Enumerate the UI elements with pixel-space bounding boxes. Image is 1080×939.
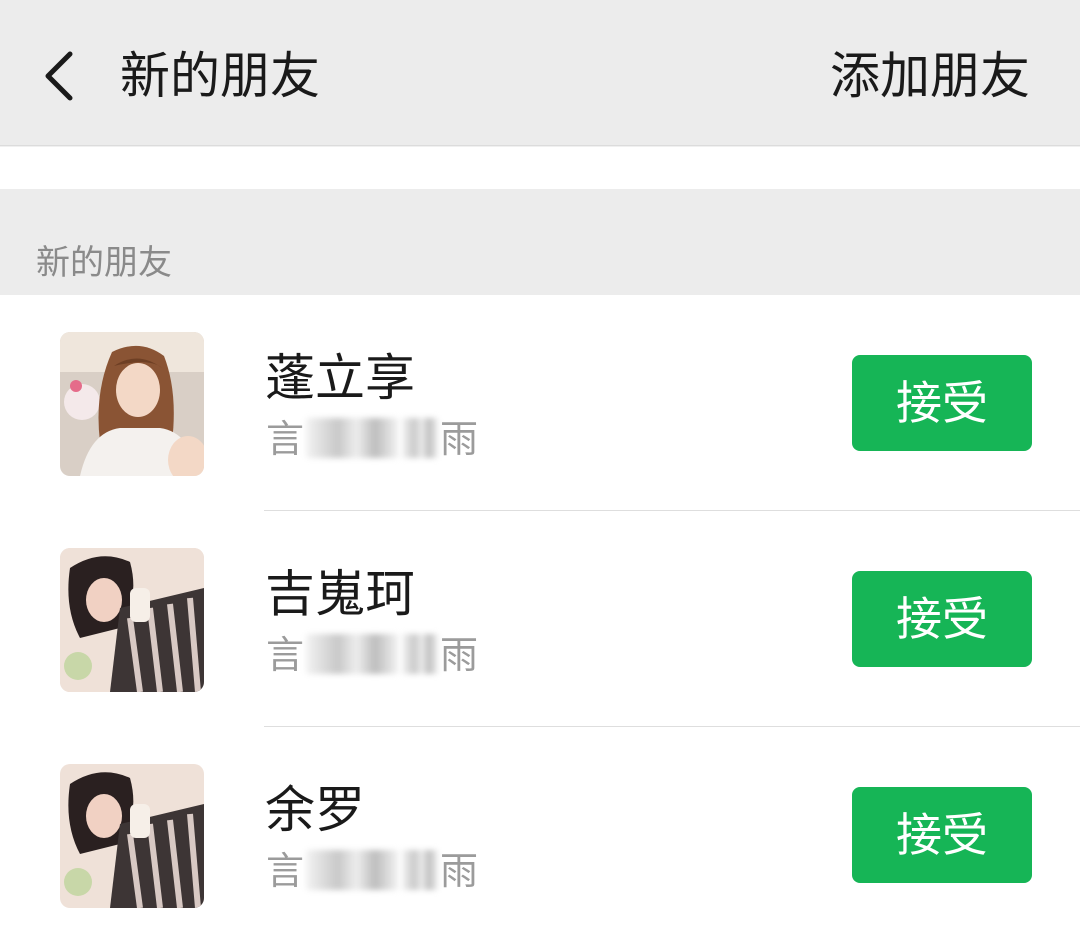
- section-header: 新的朋友: [0, 189, 1080, 295]
- redacted-text: [402, 634, 439, 674]
- message-suffix: 雨: [440, 417, 479, 461]
- friend-name: 吉嵬珂: [265, 565, 415, 623]
- search-area[interactable]: [0, 147, 1080, 189]
- redacted-text: [306, 634, 399, 674]
- friend-name: 余罗: [265, 781, 365, 839]
- friend-request-row[interactable]: 吉嵬珂 言雨 接受: [0, 511, 1080, 727]
- redacted-text: [402, 850, 439, 890]
- avatar[interactable]: [60, 764, 204, 908]
- message-prefix: 言: [266, 633, 305, 677]
- message-suffix: 雨: [440, 849, 479, 893]
- accept-button[interactable]: 接受: [852, 787, 1032, 883]
- friend-request-message: 言雨: [266, 847, 478, 895]
- friend-request-message: 言雨: [266, 631, 478, 679]
- accept-button[interactable]: 接受: [852, 355, 1032, 451]
- friend-name: 蓬立享: [265, 349, 415, 407]
- navigation-bar: 新的朋友 添加朋友: [0, 0, 1080, 146]
- redacted-text: [306, 850, 399, 890]
- back-chevron-icon[interactable]: [36, 48, 84, 104]
- add-friend-button[interactable]: 添加朋友: [830, 44, 1030, 108]
- message-prefix: 言: [266, 849, 305, 893]
- friend-request-row[interactable]: 余罗 言雨 接受: [0, 727, 1080, 939]
- avatar[interactable]: [60, 548, 204, 692]
- section-title: 新的朋友: [36, 243, 172, 283]
- redacted-text: [402, 418, 439, 458]
- message-prefix: 言: [266, 417, 305, 461]
- friend-request-message: 言雨: [266, 415, 478, 463]
- friend-request-row[interactable]: 蓬立享 言雨 接受: [0, 295, 1080, 511]
- page-title: 新的朋友: [120, 47, 320, 105]
- friend-request-list: 蓬立享 言雨 接受 吉嵬珂 言雨 接受 余罗 言 雨 接受: [0, 295, 1080, 939]
- redacted-text: [306, 418, 399, 458]
- accept-button[interactable]: 接受: [852, 571, 1032, 667]
- avatar[interactable]: [60, 332, 204, 476]
- message-suffix: 雨: [440, 633, 479, 677]
